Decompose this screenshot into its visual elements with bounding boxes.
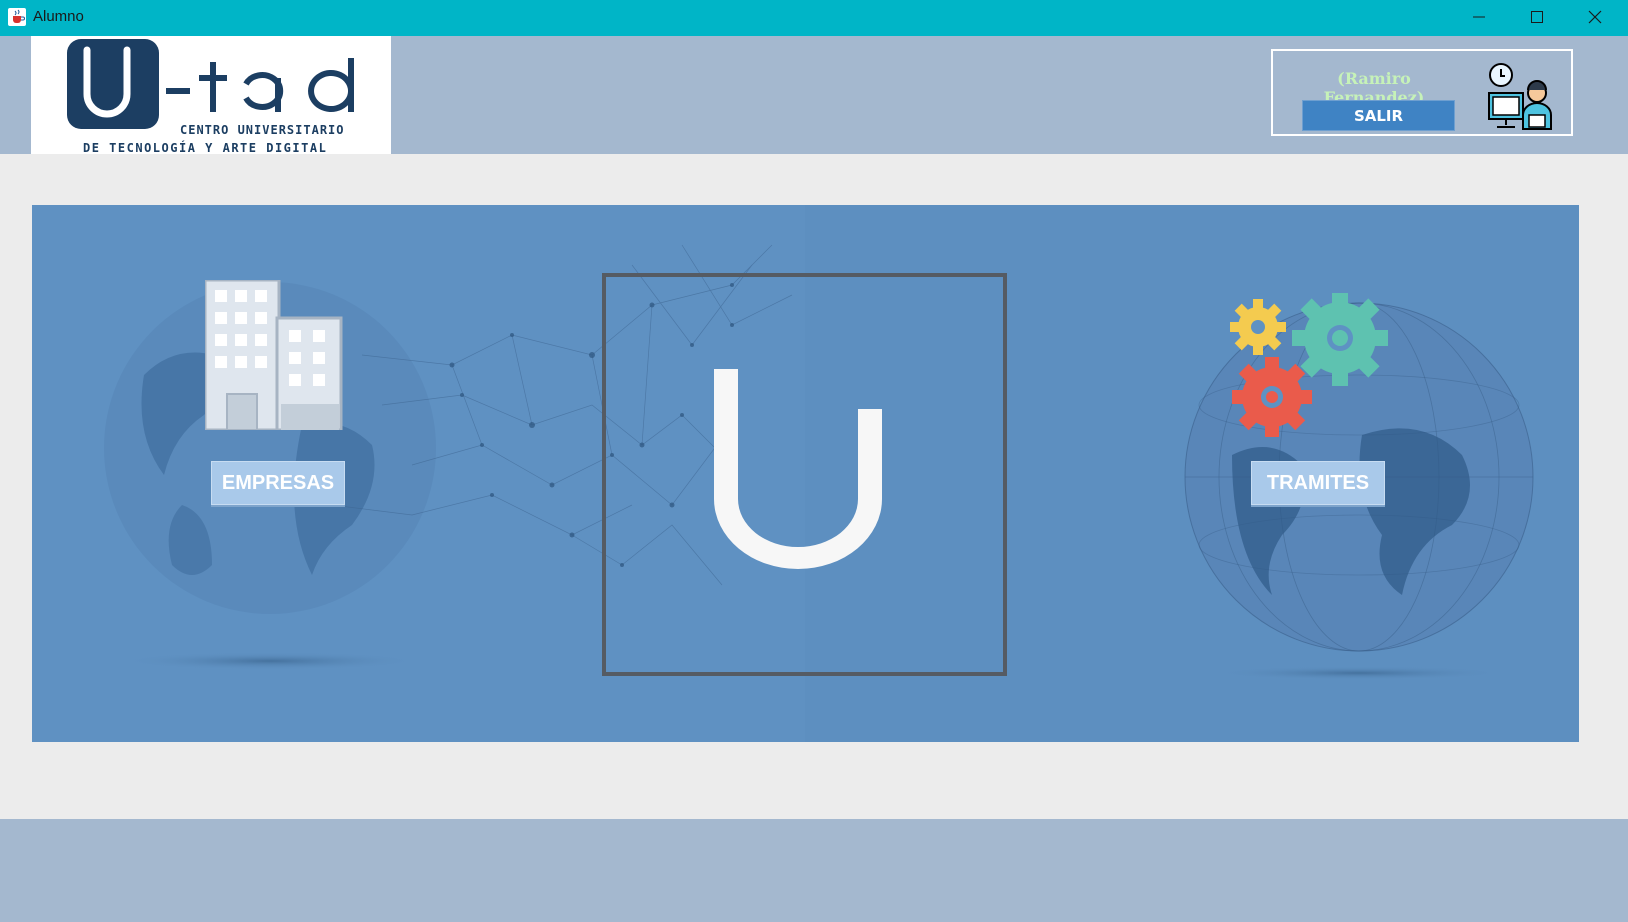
utad-logo: CENTRO UNIVERSITARIO DE TECNOLOGÍA Y ART… bbox=[31, 36, 391, 155]
minimize-button[interactable] bbox=[1451, 0, 1509, 36]
header-bar: CENTRO UNIVERSITARIO DE TECNOLOGÍA Y ART… bbox=[0, 36, 1628, 155]
close-button[interactable] bbox=[1567, 0, 1625, 36]
window-titlebar[interactable]: Alumno bbox=[0, 0, 1628, 36]
logout-button[interactable]: SALIR bbox=[1302, 100, 1455, 131]
user-panel: (Ramiro Fernandez) SALIR bbox=[1271, 49, 1573, 136]
svg-text:CENTRO UNIVERSITARIO: CENTRO UNIVERSITARIO bbox=[180, 123, 345, 137]
window-title: Alumno bbox=[33, 8, 84, 25]
main-banner: EMPRESAS TRAMITES bbox=[32, 205, 1579, 742]
tramites-button[interactable]: TRAMITES bbox=[1251, 461, 1385, 505]
footer-bar bbox=[0, 819, 1628, 922]
java-cup-icon bbox=[8, 8, 26, 26]
minimize-icon bbox=[1473, 16, 1485, 18]
user-at-computer-icon bbox=[1488, 63, 1552, 130]
maximize-button[interactable] bbox=[1509, 0, 1567, 36]
u-letter-icon bbox=[714, 369, 882, 569]
gears-icon bbox=[1230, 293, 1388, 437]
maximize-icon bbox=[1531, 11, 1543, 23]
empresas-button[interactable]: EMPRESAS bbox=[211, 461, 345, 505]
close-icon bbox=[1588, 10, 1602, 24]
center-logo-frame bbox=[602, 273, 1007, 676]
svg-text:DE TECNOLOGÍA Y ARTE DIGITAL: DE TECNOLOGÍA Y ARTE DIGITAL bbox=[83, 140, 327, 154]
building-icon bbox=[205, 280, 343, 430]
